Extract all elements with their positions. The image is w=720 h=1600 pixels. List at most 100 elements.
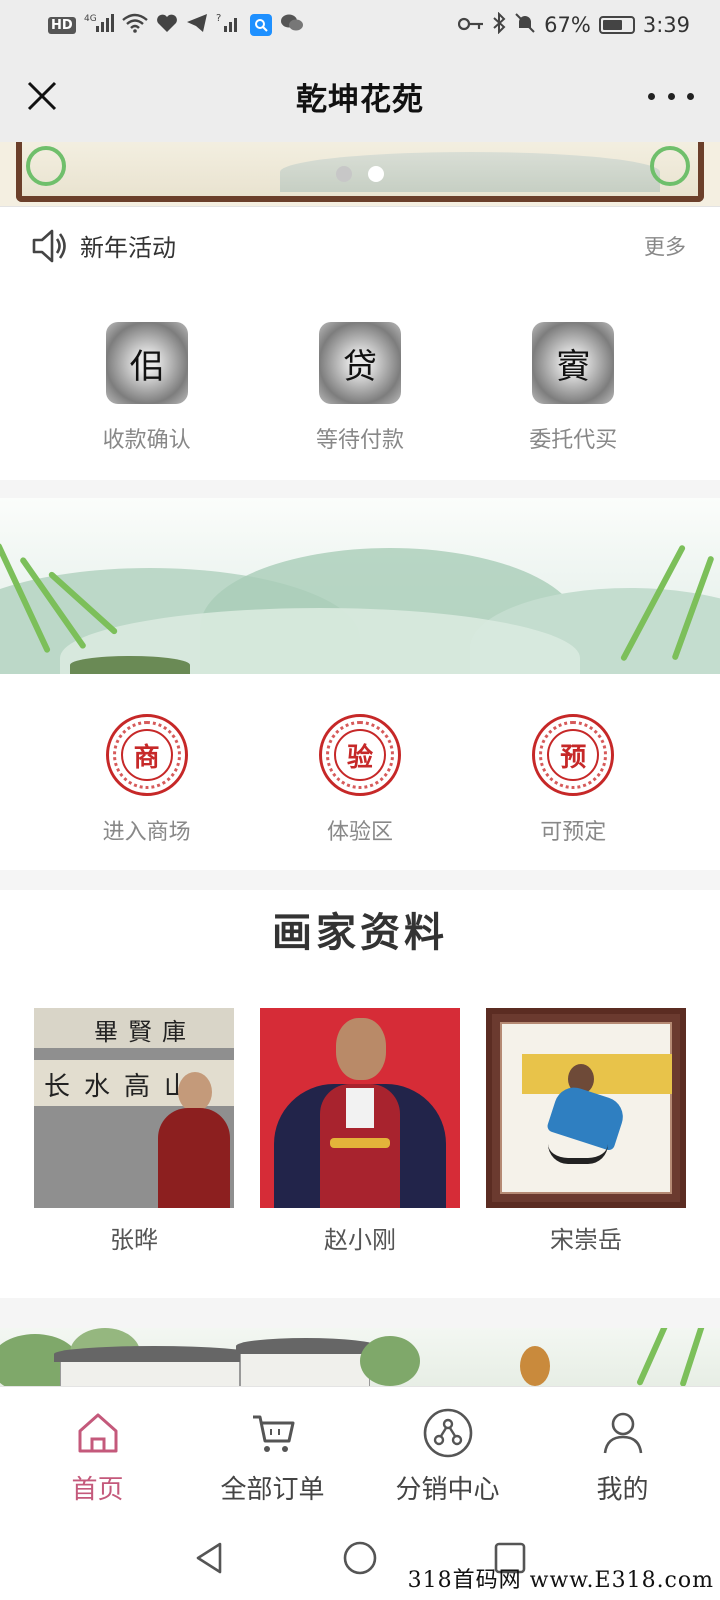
user-icon — [603, 1412, 642, 1454]
key-icon — [458, 13, 484, 37]
signal-icon: 4G — [84, 12, 114, 39]
carousel-dot[interactable] — [336, 166, 352, 182]
grid-label: 委托代买 — [529, 428, 618, 453]
bottom-tab-bar: 首页 全部订单 分销中心 我的 — [0, 1386, 720, 1516]
seal-script-icon: 贷 — [318, 322, 401, 404]
painter-medals — [330, 1138, 390, 1148]
painter-name[interactable]: 张晔 — [34, 1220, 234, 1255]
painter-card[interactable]: 赵小刚 — [260, 1008, 460, 1255]
grass-patch — [70, 656, 190, 674]
status-left: HD 4G ? — [48, 12, 304, 39]
battery-percent: 67% — [544, 13, 591, 37]
order-status-grid: 佀 收款确认 贷 等待付款 賨 委托代买 — [0, 322, 720, 454]
tab-label: 全部订单 — [220, 1475, 325, 1505]
seal-stamp-icon: 验 — [318, 714, 401, 796]
painter-photo[interactable]: 畢賢庫 长水高山 — [34, 1008, 234, 1208]
unknown-signal-label: ? — [216, 13, 221, 24]
notice-text[interactable]: 新年活动 — [80, 228, 644, 263]
proxy-purchase-button[interactable]: 賨 委托代买 — [483, 322, 663, 454]
painter-figure-body — [158, 1108, 230, 1208]
painter-name[interactable]: 宋崇岳 — [486, 1220, 686, 1255]
grid-label: 等待付款 — [315, 428, 404, 453]
title-bar: 乾坤花苑 — [0, 50, 720, 142]
house-wall — [60, 1358, 240, 1386]
awaiting-payment-button[interactable]: 贷 等待付款 — [270, 322, 450, 454]
close-icon[interactable] — [22, 76, 62, 116]
seal-script-icon: 佀 — [105, 322, 188, 404]
hd-icon: HD — [48, 16, 76, 34]
wechat-icon — [280, 13, 304, 38]
tab-distribution-center[interactable]: 分销中心 — [363, 1387, 533, 1516]
grid-label: 收款确认 — [102, 428, 191, 453]
reservable-button[interactable]: 预 可预定 — [483, 714, 663, 846]
carousel-dots — [336, 166, 384, 182]
willow-branch — [679, 1328, 707, 1386]
banner-vine-decoration — [26, 146, 66, 186]
painter-photo[interactable] — [486, 1008, 686, 1208]
grid-label: 可预定 — [540, 820, 607, 845]
tab-label: 分销中心 — [395, 1475, 500, 1505]
cart-icon — [252, 1415, 294, 1452]
status-right: 67% 3:39 — [458, 11, 690, 39]
signal-unknown-icon: ? — [216, 12, 242, 39]
watermark-text: 318首码网 www.E318.com — [407, 1568, 714, 1593]
network-icon — [423, 1408, 472, 1458]
house-roof — [54, 1346, 254, 1362]
seal-glyph: 预 — [547, 729, 600, 781]
tree-shape — [360, 1336, 420, 1386]
telegram-icon — [186, 13, 208, 38]
painter-card[interactable]: 宋崇岳 — [486, 1008, 686, 1255]
experience-zone-button[interactable]: 验 体验区 — [270, 714, 450, 846]
seal-stamp-icon: 商 — [105, 714, 188, 796]
enter-mall-button[interactable]: 商 进入商场 — [57, 714, 237, 846]
tab-home[interactable]: 首页 — [13, 1387, 183, 1516]
grid-label: 进入商场 — [102, 820, 191, 845]
search-app-icon — [249, 14, 272, 36]
heart-icon — [156, 13, 178, 38]
figure-shape — [520, 1346, 550, 1386]
calligraphy-text: 畢賢庫 — [94, 1018, 196, 1046]
home-icon — [78, 1413, 117, 1453]
battery-icon — [598, 16, 635, 34]
tab-mine[interactable]: 我的 — [538, 1387, 708, 1516]
status-bar: HD 4G ? 67% 3:39 — [0, 0, 720, 50]
seal-glyph: 商 — [120, 729, 173, 781]
seal-stamp-icon: 预 — [532, 714, 615, 796]
more-icon[interactable] — [648, 76, 694, 116]
page-title: 乾坤花苑 — [296, 81, 424, 118]
seal-glyph: 验 — [333, 729, 386, 781]
painter-name[interactable]: 赵小刚 — [260, 1220, 460, 1255]
calligraphy-backdrop — [522, 1054, 672, 1094]
painter-figure-head — [336, 1018, 386, 1080]
willow-branch — [636, 1328, 670, 1386]
network-type-label: 4G — [84, 14, 97, 24]
clock-time: 3:39 — [642, 13, 690, 37]
section-divider — [0, 480, 720, 498]
back-nav-icon[interactable] — [190, 1538, 230, 1578]
calligraphy-scroll: 畢賢庫 — [34, 1008, 234, 1048]
tab-label: 我的 — [596, 1475, 649, 1505]
section-title: 画家资料 — [272, 910, 448, 956]
tab-label: 首页 — [71, 1475, 124, 1505]
painter-figure-shirt — [346, 1088, 374, 1128]
bluetooth-icon — [492, 11, 506, 39]
painter-card[interactable]: 畢賢庫 长水高山 张晔 — [34, 1008, 234, 1255]
notice-more-link[interactable]: 更多 — [644, 231, 686, 261]
entry-grid: 商 进入商场 验 体验区 预 可预定 — [0, 714, 720, 846]
home-nav-icon[interactable] — [340, 1538, 380, 1578]
battery-level-fill — [602, 20, 622, 30]
landscape-banner — [0, 498, 720, 674]
painter-figure-head — [178, 1072, 212, 1112]
carousel-dot-active[interactable] — [368, 166, 384, 182]
wifi-icon — [121, 13, 148, 38]
banner-vine-decoration — [650, 146, 690, 186]
section-divider — [0, 870, 720, 890]
grid-label: 体验区 — [326, 820, 393, 845]
house-roof — [236, 1338, 376, 1354]
house-wall — [240, 1352, 370, 1386]
painter-photo[interactable] — [260, 1008, 460, 1208]
notice-bar[interactable]: 新年活动 更多 — [0, 206, 720, 284]
section-divider — [0, 1298, 720, 1328]
payment-confirm-button[interactable]: 佀 收款确认 — [57, 322, 237, 454]
tab-all-orders[interactable]: 全部订单 — [188, 1387, 358, 1516]
